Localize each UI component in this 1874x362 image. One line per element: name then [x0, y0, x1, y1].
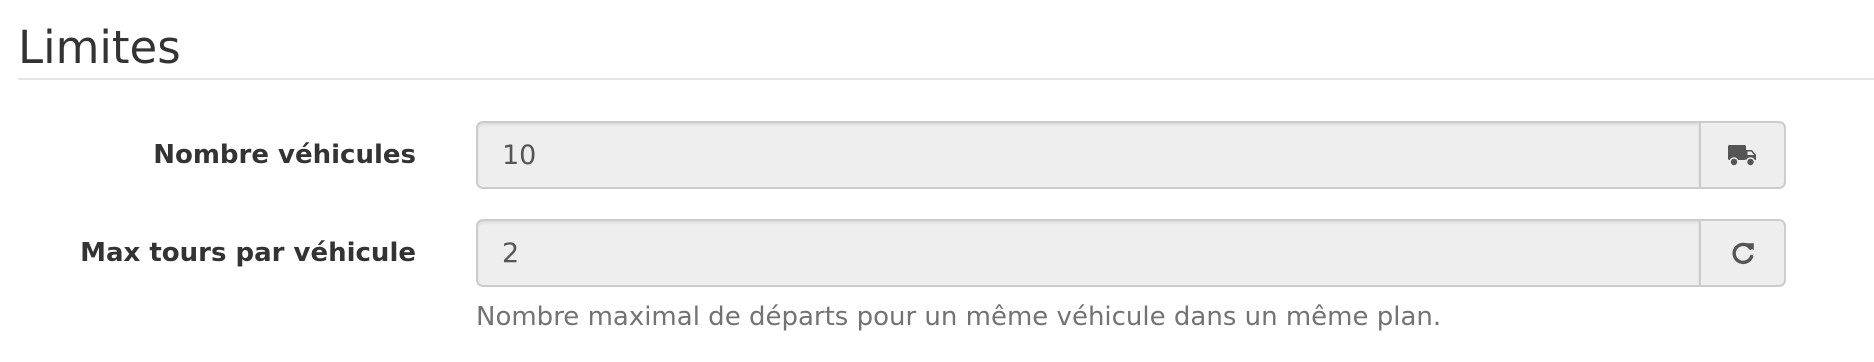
- max-tours-input[interactable]: [476, 219, 1699, 287]
- max-tours-help-text: Nombre maximal de départs pour un même v…: [476, 302, 1442, 332]
- limits-form-section: Limites Nombre véhicules Max tours par v…: [0, 0, 1874, 362]
- max-tours-row: Max tours par véhicule: [0, 219, 1874, 287]
- section-divider: [18, 78, 1874, 80]
- vehicle-count-input-group: [476, 121, 1786, 189]
- vehicle-count-label: Nombre véhicules: [153, 140, 416, 170]
- vehicle-count-input[interactable]: [476, 121, 1699, 189]
- max-tours-addon: [1699, 219, 1786, 287]
- refresh-icon: [1732, 242, 1754, 265]
- max-tours-label: Max tours par véhicule: [80, 238, 416, 268]
- vehicle-count-row: Nombre véhicules: [0, 121, 1874, 189]
- max-tours-input-group: [476, 219, 1786, 287]
- vehicle-count-addon: [1699, 121, 1786, 189]
- section-title: Limites: [18, 21, 181, 74]
- truck-icon: [1728, 145, 1756, 167]
